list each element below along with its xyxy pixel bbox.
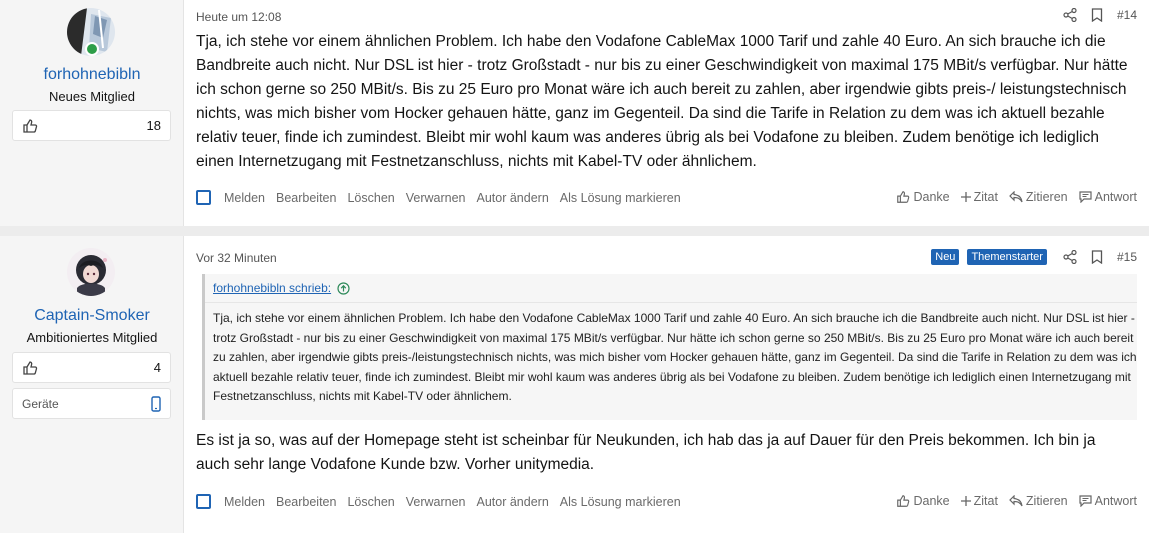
report-link[interactable]: Melden — [224, 495, 265, 509]
change-author-link[interactable]: Autor ändern — [477, 191, 549, 205]
comment-icon — [1079, 191, 1092, 203]
thanks-button[interactable]: Danke — [896, 494, 950, 508]
smartphone-icon[interactable] — [151, 396, 161, 417]
thanks-button[interactable]: Danke — [896, 190, 950, 204]
thumbs-up-icon — [897, 495, 910, 507]
post-time[interactable]: Heute um 12:08 — [196, 10, 281, 24]
post-body: Tja, ich stehe vor einem ähnlichen Probl… — [196, 33, 1128, 170]
warn-link[interactable]: Verwarnen — [406, 191, 466, 205]
likes-stat: 4 — [12, 352, 171, 383]
post-15: Captain-Smoker Ambitioniertes Mitglied 4… — [0, 236, 1149, 533]
devices-stat[interactable]: Geräte — [12, 388, 171, 419]
online-status-icon — [85, 42, 99, 56]
reply-button[interactable]: Antwort — [1079, 494, 1137, 508]
username[interactable]: Captain-Smoker — [0, 307, 184, 325]
thanks-label: Danke — [913, 494, 950, 508]
quote-text: Tja, ich stehe vor einem ähnlichen Probl… — [213, 311, 1137, 403]
mark-solution-link[interactable]: Als Lösung markieren — [560, 191, 681, 205]
warn-link[interactable]: Verwarnen — [406, 495, 466, 509]
edit-link[interactable]: Bearbeiten — [276, 495, 336, 509]
username[interactable]: forhohnebibln — [0, 66, 184, 84]
multiquote-button[interactable]: Zitat — [960, 494, 998, 508]
comment-icon — [1079, 495, 1092, 507]
multiquote-label: Zitat — [973, 190, 998, 204]
user-title: Ambitioniertes Mitglied — [26, 330, 158, 345]
devices-label: Geräte — [22, 397, 59, 411]
likes-count: 4 — [153, 360, 161, 375]
thanks-label: Danke — [913, 190, 950, 204]
quote-block: forhohnebibln schrieb: Tja, ich stehe vo… — [202, 274, 1137, 420]
post-time[interactable]: Vor 32 Minuten — [196, 251, 277, 265]
reply-arrow-icon — [1009, 495, 1023, 507]
change-author-link[interactable]: Autor ändern — [477, 495, 549, 509]
arrow-up-circle-icon — [337, 281, 350, 295]
bookmark-icon[interactable] — [1091, 8, 1103, 22]
thumbs-up-icon — [22, 118, 38, 134]
edit-link[interactable]: Bearbeiten — [276, 191, 336, 205]
reply-label: Antwort — [1094, 494, 1137, 508]
thumbs-up-icon — [22, 360, 38, 376]
quote-divider — [205, 302, 1137, 303]
cite-button[interactable]: Zitieren — [1009, 494, 1068, 508]
multiquote-button[interactable]: Zitat — [960, 190, 998, 204]
quote-author-link[interactable]: forhohnebibln schrieb: — [213, 281, 350, 295]
select-checkbox[interactable] — [196, 190, 211, 205]
likes-count: 18 — [146, 118, 161, 133]
user-sidebar: forhohnebibln Neues Mitglied 18 — [0, 0, 184, 226]
plus-icon — [960, 496, 971, 506]
multiquote-label: Zitat — [973, 494, 998, 508]
likes-stat: 18 — [12, 110, 171, 141]
share-icon[interactable] — [1063, 8, 1077, 22]
reply-label: Antwort — [1094, 190, 1137, 204]
mark-solution-link[interactable]: Als Lösung markieren — [560, 495, 681, 509]
reply-arrow-icon — [1009, 191, 1023, 203]
report-link[interactable]: Melden — [224, 191, 265, 205]
post-separator — [0, 226, 1149, 236]
post-14: forhohnebibln Neues Mitglied 18 Heute um… — [0, 0, 1149, 226]
delete-link[interactable]: Löschen — [347, 495, 394, 509]
bookmark-icon[interactable] — [1091, 250, 1103, 264]
avatar[interactable] — [67, 248, 115, 296]
post-number[interactable]: #15 — [1117, 250, 1137, 264]
post-body: Es ist ja so, was auf der Homepage steht… — [196, 432, 1096, 473]
cite-label: Zitieren — [1025, 494, 1068, 508]
thread-starter-badge: Themenstarter — [967, 249, 1047, 265]
quote-author: forhohnebibln schrieb: — [213, 281, 332, 295]
post-meta: #14 — [1063, 8, 1137, 22]
user-title: Neues Mitglied — [49, 89, 135, 104]
cite-button[interactable]: Zitieren — [1009, 190, 1068, 204]
share-icon[interactable] — [1063, 250, 1077, 264]
select-checkbox[interactable] — [196, 494, 211, 509]
cite-label: Zitieren — [1025, 190, 1068, 204]
thumbs-up-icon — [897, 191, 910, 203]
user-sidebar: Captain-Smoker Ambitioniertes Mitglied 4… — [0, 236, 184, 533]
post-actions: Melden Bearbeiten Löschen Verwarnen Auto… — [196, 494, 1137, 514]
new-badge: Neu — [931, 249, 960, 265]
plus-icon — [960, 192, 971, 202]
post-meta: Neu Themenstarter #15 — [931, 249, 1137, 265]
post-number[interactable]: #14 — [1117, 8, 1137, 22]
reply-button[interactable]: Antwort — [1079, 190, 1137, 204]
delete-link[interactable]: Löschen — [347, 191, 394, 205]
post-actions: Melden Bearbeiten Löschen Verwarnen Auto… — [196, 190, 1137, 210]
